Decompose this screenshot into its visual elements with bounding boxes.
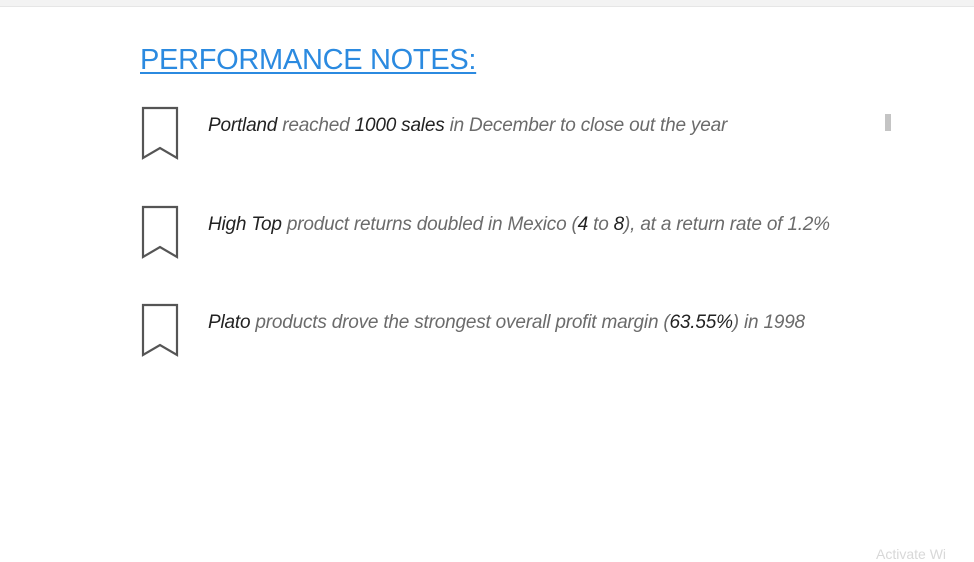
activation-watermark: Activate Wi [876, 546, 947, 562]
note-item: Portland reached 1000 sales in December … [140, 105, 900, 161]
note-emphasis: 63.55% [669, 312, 733, 333]
note-span: ) in 1998 [732, 312, 805, 333]
note-item: Plato products drove the strongest overa… [140, 302, 900, 358]
page-title[interactable]: PERFORMANCE NOTES: [140, 44, 476, 77]
note-span: product returns doubled in Mexico ( [281, 214, 578, 235]
note-span: in December to close out the year [444, 115, 728, 136]
note-text: High Top product returns doubled in Mexi… [208, 214, 830, 236]
bookmark-icon [141, 303, 179, 357]
bookmark-icon [141, 106, 179, 160]
note-span: ), at a return rate of 1.2% [624, 214, 830, 235]
note-text: Plato products drove the strongest overa… [208, 312, 805, 334]
note-emphasis: High Top [208, 214, 282, 235]
note-emphasis: 8 [613, 214, 625, 235]
note-span: reached [277, 115, 355, 136]
top-edge-divider [0, 0, 974, 7]
scrollbar-thumb[interactable] [885, 114, 891, 131]
note-emphasis: 4 [577, 214, 589, 235]
note-item: High Top product returns doubled in Mexi… [140, 204, 900, 260]
note-emphasis: 1000 sales [354, 115, 445, 136]
note-emphasis: Portland [208, 115, 278, 136]
bookmark-icon [141, 205, 179, 259]
note-text: Portland reached 1000 sales in December … [208, 115, 727, 137]
note-span: to [588, 214, 614, 235]
note-span: products drove the strongest overall pro… [250, 312, 670, 333]
note-emphasis: Plato [208, 312, 251, 333]
